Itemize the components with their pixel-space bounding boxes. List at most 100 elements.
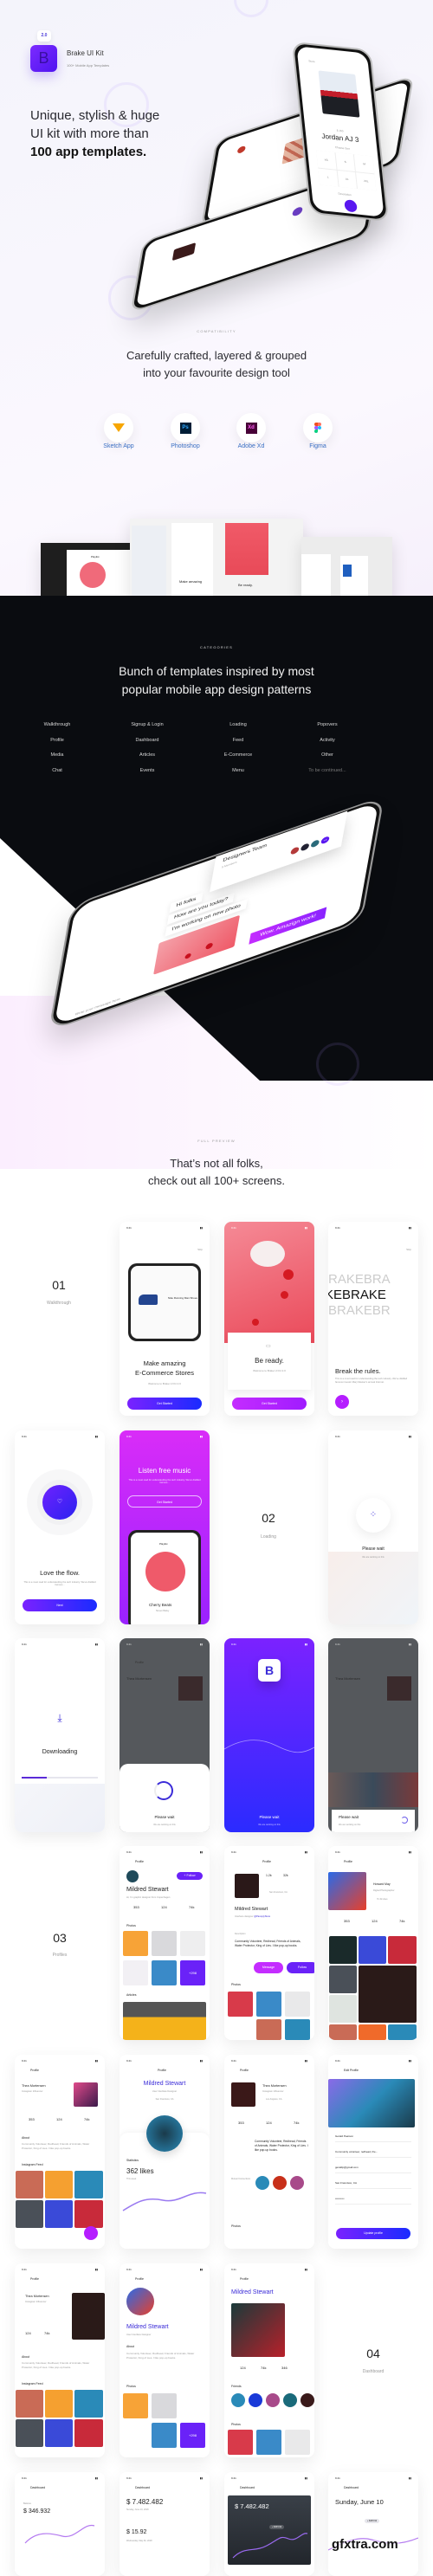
edit-field-input[interactable]: ••••••••••	[335, 2197, 411, 2205]
category-item[interactable]: Dashboard	[95, 738, 199, 743]
update-profile-button[interactable]: Update profile	[336, 2228, 410, 2239]
photo-tile[interactable]	[329, 1995, 357, 2023]
skip-link[interactable]: Skip	[197, 1248, 203, 1251]
friend-avatar[interactable]	[249, 2393, 262, 2407]
section-label: Dashboard	[362, 2369, 385, 2374]
photo-tile[interactable]	[152, 2393, 177, 2418]
edit-field-input[interactable]: geraldp@gmail.com	[335, 2166, 411, 2173]
handle-link[interactable]: @PanoplyStore	[254, 1915, 270, 1918]
photo-tile[interactable]	[16, 2390, 43, 2418]
more-photos-tile[interactable]: +298	[180, 2423, 205, 2448]
photo-tile[interactable]	[74, 2419, 103, 2447]
section-title: Photos	[231, 1983, 241, 1986]
friend-avatar[interactable]	[255, 2176, 269, 2190]
photo-tile[interactable]	[45, 2390, 73, 2418]
photo-tile[interactable]	[123, 2393, 148, 2418]
friend-avatar[interactable]	[301, 2393, 314, 2407]
photo-tile[interactable]	[228, 1992, 253, 2017]
category-item[interactable]: Menu	[186, 768, 290, 773]
photo-tile[interactable]	[329, 2024, 357, 2040]
tool-adobe-xd[interactable]: Xd	[236, 413, 266, 442]
size-option[interactable]: XL	[337, 170, 358, 189]
fab-button[interactable]	[84, 2226, 98, 2240]
photo-tile[interactable]	[359, 1966, 417, 2023]
photo-tile[interactable]	[16, 2200, 43, 2228]
please-wait-text: Please wait	[259, 1815, 280, 1819]
size-option[interactable]: M	[354, 154, 375, 173]
photo-tile[interactable]	[388, 1936, 417, 1964]
more-photos-tile[interactable]: +298	[180, 1960, 205, 1985]
next-arrow-button[interactable]: ›	[335, 1395, 349, 1409]
cart-button[interactable]	[344, 199, 358, 213]
photo-tile[interactable]	[388, 2024, 417, 2040]
photo-tile[interactable]	[152, 1931, 177, 1956]
photo-tile[interactable]	[329, 1966, 357, 1993]
get-started-button[interactable]: Get Started	[127, 1398, 202, 1410]
tool-photoshop[interactable]: Ps	[171, 413, 200, 442]
tool-sketch[interactable]	[104, 413, 133, 442]
photo-tile[interactable]	[285, 2430, 310, 2455]
friend-avatar[interactable]	[273, 2176, 287, 2190]
photo-tile[interactable]	[45, 2200, 73, 2228]
follow-button[interactable]: Follow	[287, 1962, 314, 1973]
photo-tile[interactable]	[74, 2171, 103, 2198]
category-item[interactable]: Activity	[275, 738, 379, 743]
category-item[interactable]: Walkthrough	[5, 722, 109, 727]
photo-tile[interactable]	[256, 1992, 281, 2017]
category-item[interactable]: Loading	[186, 722, 290, 727]
category-item[interactable]: E-Commerce	[186, 752, 290, 758]
photo-tile[interactable]	[152, 2423, 177, 2448]
get-started-button[interactable]: Get Started	[127, 1495, 202, 1508]
photo-tile[interactable]	[16, 2419, 43, 2447]
photo-tile[interactable]	[152, 1960, 177, 1985]
friend-avatar[interactable]	[231, 2393, 245, 2407]
skip-link[interactable]: Skip	[406, 1248, 411, 1251]
friend-avatar[interactable]	[290, 2176, 304, 2190]
photo-tile[interactable]	[45, 2171, 73, 2198]
photo-tile[interactable]	[359, 2024, 386, 2040]
photo-tile[interactable]	[285, 1992, 310, 2017]
category-item[interactable]: Chat	[5, 768, 109, 773]
please-wait-text: Please wait	[154, 1815, 175, 1819]
category-item[interactable]: Profile	[5, 738, 109, 743]
article-image[interactable]	[123, 2002, 206, 2040]
photo-tile[interactable]	[74, 2390, 103, 2418]
friend-avatar[interactable]	[283, 2393, 297, 2407]
message-button[interactable]: Message	[254, 1962, 283, 1973]
edit-field-input[interactable]: Gerald Pearson	[335, 2134, 411, 2142]
size-option[interactable]: S	[335, 152, 356, 171]
size-option[interactable]: XS	[316, 150, 337, 170]
photo-tile[interactable]	[123, 1960, 148, 1985]
cover-photo[interactable]	[328, 2079, 415, 2127]
category-item[interactable]: Signup & Login	[95, 722, 199, 727]
category-item[interactable]: Media	[5, 752, 109, 758]
photo-tile[interactable]	[16, 2171, 43, 2198]
edit-field-input[interactable]: Community volunteer, redhead, frie...	[335, 2150, 411, 2158]
category-item[interactable]: Feed	[186, 738, 290, 743]
category-item[interactable]: Articles	[95, 752, 199, 758]
next-button[interactable]: Next	[23, 1599, 97, 1611]
edit-field-input[interactable]: San Francisco, CA	[335, 2181, 411, 2189]
category-item[interactable]: Popovers	[275, 722, 379, 727]
category-item[interactable]: Other	[275, 752, 379, 758]
photo-tile[interactable]	[256, 2019, 281, 2040]
category-item[interactable]: Events	[95, 768, 199, 773]
nav-back-label[interactable]: Store	[308, 59, 315, 63]
tool-figma[interactable]	[303, 413, 333, 442]
friend-avatar[interactable]	[266, 2393, 280, 2407]
photo-tile[interactable]	[74, 2200, 103, 2228]
avatar	[126, 1870, 139, 1882]
follow-button[interactable]: + Follow	[177, 1872, 203, 1880]
photo-tile[interactable]	[180, 1931, 205, 1956]
photo-tile[interactable]	[123, 1931, 148, 1956]
photo-tile[interactable]	[45, 2419, 73, 2447]
photo-tile[interactable]	[256, 2430, 281, 2455]
photo-tile[interactable]	[285, 2019, 310, 2040]
size-option[interactable]: L	[318, 168, 339, 187]
photo-tile[interactable]	[329, 1936, 357, 1964]
get-started-button[interactable]: Get Started	[232, 1398, 307, 1410]
photo-tile[interactable]	[228, 2430, 253, 2455]
size-option[interactable]: 2XL	[356, 171, 377, 191]
photo-tile[interactable]	[359, 1936, 386, 1964]
more-members-badge[interactable]: +4	[320, 835, 330, 845]
